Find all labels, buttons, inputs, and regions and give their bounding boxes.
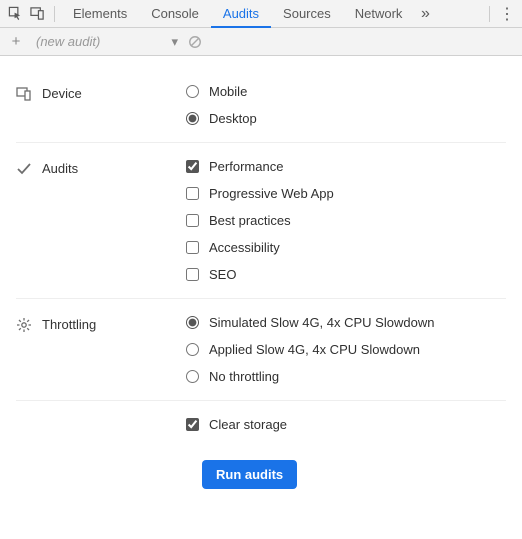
section-label: Device (42, 86, 82, 101)
tab-elements[interactable]: Elements (61, 0, 139, 28)
devtools-topbar: Elements Console Audits Sources Network … (0, 0, 522, 28)
section-audits: Audits Performance Progressive Web App B… (16, 143, 506, 299)
throttling-option-none[interactable]: No throttling (186, 369, 506, 384)
audit-option-accessibility[interactable]: Accessibility (186, 240, 506, 255)
divider (54, 6, 55, 22)
section-device: Device Mobile Desktop (16, 68, 506, 143)
chevron-down-icon: ▾ (171, 34, 178, 50)
section-throttling: Throttling Simulated Slow 4G, 4x CPU Slo… (16, 299, 506, 401)
audits-panel: Device Mobile Desktop Audits Performance… (0, 56, 522, 509)
device-icon (16, 86, 32, 102)
run-audits-button[interactable]: Run audits (202, 460, 297, 489)
inspect-element-icon[interactable] (4, 3, 26, 25)
check-icon (16, 161, 32, 177)
divider (489, 6, 490, 22)
clear-storage-option[interactable]: Clear storage (186, 417, 506, 432)
audit-option-pwa[interactable]: Progressive Web App (186, 186, 506, 201)
clear-icon[interactable] (188, 35, 202, 49)
audits-toolbar: + (new audit) ▾ (0, 28, 522, 56)
more-tabs-icon[interactable]: » (414, 3, 436, 25)
audit-option-performance[interactable]: Performance (186, 159, 506, 174)
tab-sources[interactable]: Sources (271, 0, 343, 28)
device-option-mobile[interactable]: Mobile (186, 84, 506, 99)
new-audit-button[interactable]: + (6, 33, 26, 50)
tab-console[interactable]: Console (139, 0, 211, 28)
gear-icon (16, 317, 32, 333)
kebab-menu-icon[interactable]: ⋮ (496, 3, 518, 25)
device-toggle-icon[interactable] (26, 3, 48, 25)
audit-option-seo[interactable]: SEO (186, 267, 506, 282)
audit-option-best-practices[interactable]: Best practices (186, 213, 506, 228)
tab-network[interactable]: Network (343, 0, 415, 28)
tab-audits[interactable]: Audits (211, 0, 271, 28)
audit-select-placeholder: (new audit) (36, 34, 100, 49)
panel-tabs: Elements Console Audits Sources Network … (61, 0, 483, 28)
section-label: Throttling (42, 317, 96, 332)
section-label: Audits (42, 161, 78, 176)
section-clear-storage: Clear storage (16, 401, 506, 448)
throttling-option-applied[interactable]: Applied Slow 4G, 4x CPU Slowdown (186, 342, 506, 357)
device-option-desktop[interactable]: Desktop (186, 111, 506, 126)
throttling-option-simulated[interactable]: Simulated Slow 4G, 4x CPU Slowdown (186, 315, 506, 330)
audit-select[interactable]: (new audit) ▾ (32, 34, 182, 50)
